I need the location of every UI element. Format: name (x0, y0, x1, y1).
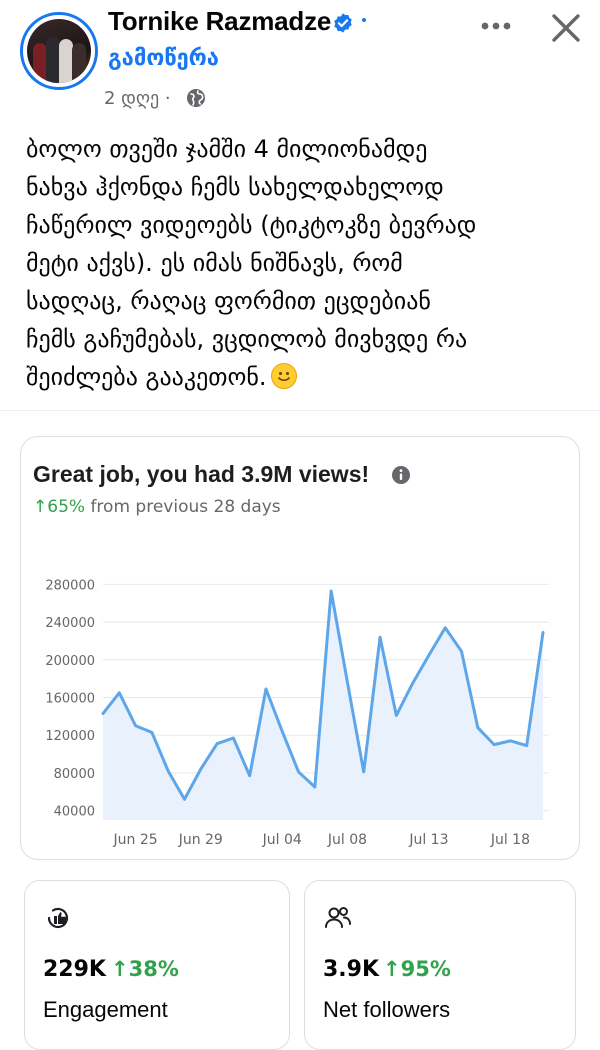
close-icon[interactable] (548, 10, 584, 46)
author-name[interactable]: Tornike Razmadze (108, 6, 331, 37)
x-tick-label: Jul 04 (262, 832, 302, 848)
post-text-line: მეტი აქვს). ეს იმას ნიშნავს, რომ (26, 244, 586, 282)
post-text-line: ნახვა ჰქონდა ჩემს სახელდახელოდ (26, 168, 586, 206)
y-tick-label: 280000 (45, 578, 95, 593)
y-tick-label: 240000 (45, 616, 95, 631)
post-text-line: ჩაწერილ ვიდეოებს (ტიკტოკზე ბევრად (26, 206, 586, 244)
post-text-line: ბოლო თვეში ჯამში 4 მილიონამდე (26, 130, 586, 168)
post-text-last-line-wrap: შეიძლება გააკეთონ. (26, 358, 586, 396)
engagement-value: 229K (43, 957, 106, 982)
y-tick-label: 120000 (45, 729, 95, 744)
separator-dot (362, 18, 366, 22)
y-tick-label: 80000 (54, 767, 95, 782)
card-title: Great job, you had 3.9M views! (33, 461, 369, 488)
followers-stat-card[interactable]: 3.9K ↑95% Net followers (304, 880, 576, 1050)
post-text-line: შეიძლება გააკეთონ. (26, 363, 267, 391)
x-tick-label: Jun 29 (178, 832, 223, 848)
insights-card[interactable]: Great job, you had 3.9M views! ↑65% from… (20, 436, 580, 860)
info-icon[interactable] (391, 465, 411, 485)
views-change-text: from previous 28 days (85, 497, 281, 517)
y-tick-label: 40000 (54, 805, 95, 820)
follow-button[interactable]: გამოწერა (108, 46, 219, 71)
x-tick-label: Jul 08 (327, 832, 367, 848)
author-avatar[interactable] (20, 12, 98, 90)
smiling-face-emoji (271, 363, 297, 389)
y-tick-label: 200000 (45, 654, 95, 669)
engagement-icon (43, 903, 73, 933)
followers-change: ↑95% (383, 957, 451, 981)
post-time[interactable]: 2 დღე · (104, 88, 171, 109)
post-header: Tornike Razmadze გამოწერა 2 დღე · (0, 0, 600, 120)
y-tick-label: 160000 (45, 692, 95, 707)
views-change-value: 65% (47, 497, 85, 517)
post-text-line: ჩემს გაჩუმებას, ვცდილობ მივხვდე რა (26, 320, 586, 358)
x-tick-label: Jun 25 (113, 832, 158, 848)
avatar-photo (27, 19, 91, 83)
globe-icon (186, 88, 206, 108)
verified-badge-icon (332, 12, 354, 34)
views-chart-svg: 40000 80000 120000 160000 200000 240000 280000… (21, 565, 581, 865)
engagement-change-value: 38% (129, 957, 179, 981)
x-tick-label: Jul 18 (490, 832, 530, 848)
views-change: ↑65% from previous 28 days (33, 497, 281, 517)
up-arrow-icon: ↑ (33, 497, 47, 517)
post-text-line: სადღაც, რაღაც ფორმით ეცდებიან (26, 282, 586, 320)
engagement-change: ↑38% (111, 957, 179, 981)
up-arrow-icon: ↑ (111, 957, 129, 981)
engagement-label: Engagement (43, 997, 168, 1023)
followers-label: Net followers (323, 997, 450, 1023)
up-arrow-icon: ↑ (383, 957, 401, 981)
followers-change-value: 95% (401, 957, 451, 981)
engagement-stat-card[interactable]: 229K ↑38% Engagement (24, 880, 290, 1050)
post-text: ბოლო თვეში ჯამში 4 მილიონამდე ნახვა ჰქონ… (26, 130, 586, 396)
people-icon (323, 903, 353, 933)
more-icon[interactable] (476, 6, 516, 46)
views-chart: 40000 80000 120000 160000 200000 240000 280000… (21, 565, 581, 865)
followers-value: 3.9K (323, 957, 379, 982)
x-tick-label: Jul 13 (408, 832, 448, 848)
divider (0, 410, 600, 411)
